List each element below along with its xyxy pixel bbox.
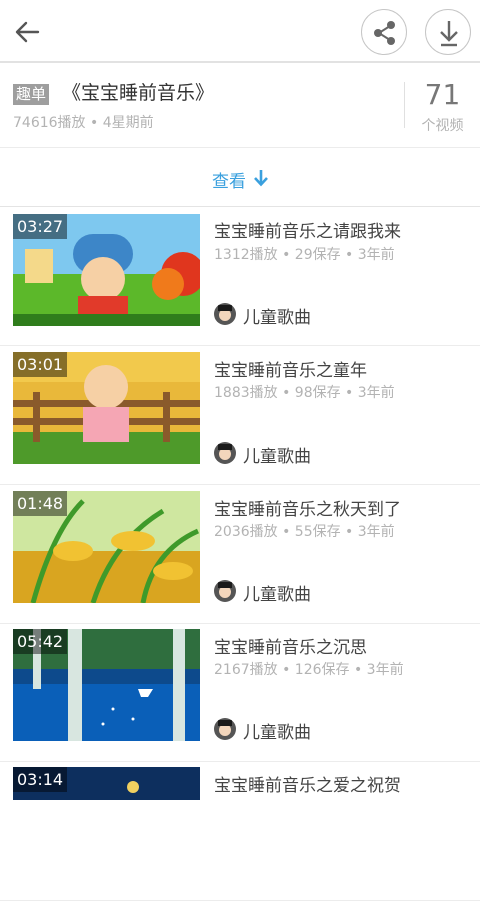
download-button[interactable] xyxy=(425,9,471,55)
back-button[interactable] xyxy=(8,12,48,52)
video-count: 71 xyxy=(424,78,461,111)
video-duration: 03:01 xyxy=(13,352,68,377)
video-meta: 2167播放 • 126保存 • 3年前 xyxy=(214,662,404,678)
avatar xyxy=(214,303,236,325)
avatar xyxy=(214,580,236,602)
author-name[interactable]: 儿童歌曲 xyxy=(243,303,311,328)
video-duration: 05:42 xyxy=(13,629,68,654)
video-meta: 1312播放 • 29保存 • 3年前 xyxy=(214,247,395,263)
video-title[interactable]: 宝宝睡前音乐之爱之祝贺 xyxy=(214,771,401,796)
video-thumbnail[interactable]: 03:01 xyxy=(13,352,200,464)
video-thumbnail[interactable]: 03:27 xyxy=(13,214,200,326)
view-more-label[interactable]: 查看 xyxy=(212,167,246,192)
avatar xyxy=(214,442,236,464)
author-name[interactable]: 儿童歌曲 xyxy=(243,442,311,467)
author-name[interactable]: 儿童歌曲 xyxy=(243,580,311,605)
download-icon xyxy=(440,21,458,47)
video-count-label: 个视频 xyxy=(421,118,464,134)
video-duration: 03:27 xyxy=(13,214,68,239)
share-icon xyxy=(374,21,395,45)
arrow-down-icon xyxy=(254,170,268,187)
playlist-title: 《宝宝睡前音乐》 xyxy=(62,82,215,104)
avatar xyxy=(214,718,236,740)
video-meta: 1883播放 • 98保存 • 3年前 xyxy=(214,385,395,401)
playlist-meta: 74616播放 • 4星期前 xyxy=(13,115,154,131)
video-thumbnail[interactable]: 05:42 xyxy=(13,629,200,741)
video-duration: 03:14 xyxy=(13,767,68,792)
author-name[interactable]: 儿童歌曲 xyxy=(243,718,311,743)
back-arrow-icon xyxy=(15,21,40,43)
top-bar xyxy=(0,0,480,63)
video-title[interactable]: 宝宝睡前音乐之请跟我来 xyxy=(214,217,401,242)
video-thumbnail[interactable]: 01:48 xyxy=(13,491,200,603)
video-meta: 2036播放 • 55保存 • 3年前 xyxy=(214,524,395,540)
video-title[interactable]: 宝宝睡前音乐之沉思 xyxy=(214,633,367,658)
video-thumbnail[interactable]: 03:14 xyxy=(13,767,200,800)
video-title[interactable]: 宝宝睡前音乐之秋天到了 xyxy=(214,495,401,520)
share-button[interactable] xyxy=(361,9,407,55)
video-duration: 01:48 xyxy=(13,491,68,516)
video-title[interactable]: 宝宝睡前音乐之童年 xyxy=(214,356,367,381)
playlist-tag: 趣单 xyxy=(13,84,50,105)
